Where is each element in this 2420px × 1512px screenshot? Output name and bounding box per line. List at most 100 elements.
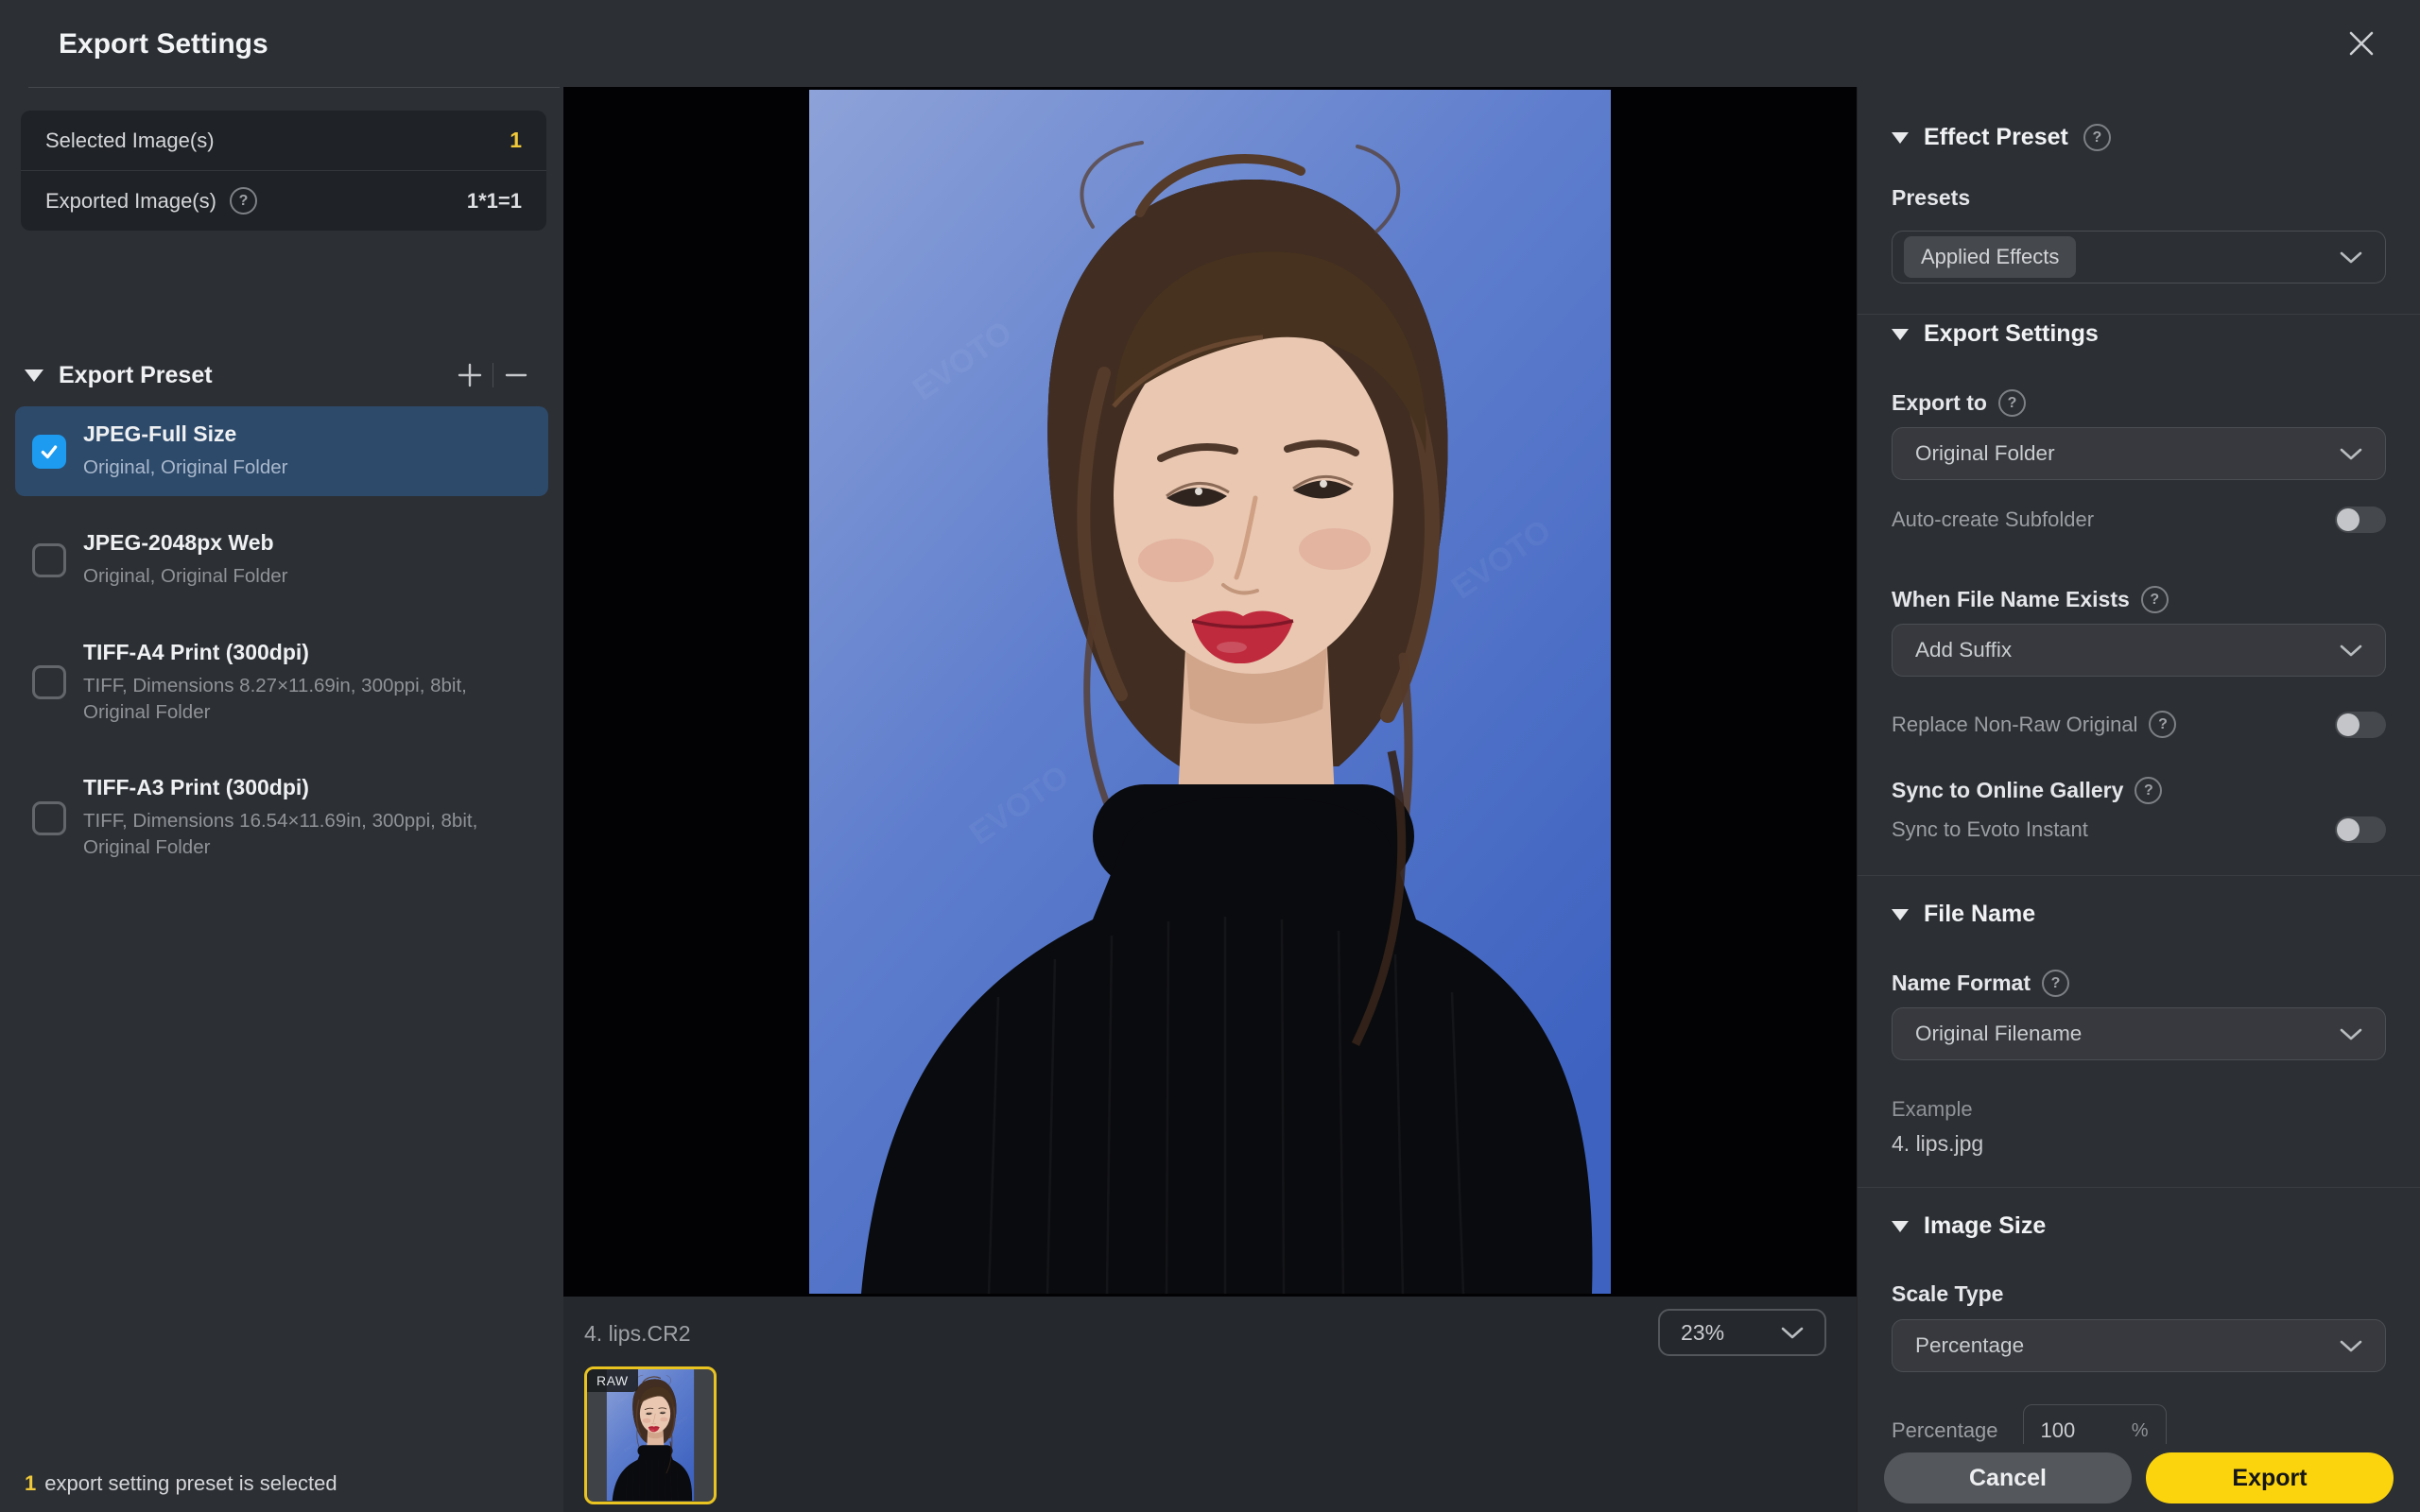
- percentage-unit: %: [2132, 1420, 2149, 1442]
- cancel-button[interactable]: Cancel: [1884, 1452, 2132, 1503]
- when-exists-dropdown[interactable]: Add Suffix: [1892, 624, 2386, 677]
- preset-name: JPEG-Full Size: [83, 421, 287, 447]
- effect-preset-title: Effect Preset: [1924, 124, 2068, 151]
- percentage-value: 100: [2041, 1418, 2076, 1443]
- sync-instant-row: Sync to Evoto Instant: [1892, 816, 2386, 843]
- preset-item-tiff-a4[interactable]: TIFF-A4 Print (300dpi) TIFF, Dimensions …: [15, 625, 548, 742]
- help-icon[interactable]: ?: [230, 187, 257, 215]
- exported-images-row: Exported Image(s) ? 1*1=1: [21, 170, 546, 231]
- help-icon[interactable]: ?: [2083, 124, 2111, 151]
- chevron-down-icon: [1781, 1327, 1804, 1339]
- export-button[interactable]: Export: [2146, 1452, 2394, 1503]
- when-exists-value: Add Suffix: [1915, 638, 2012, 662]
- help-icon[interactable]: ?: [2042, 970, 2069, 997]
- collapse-triangle-icon[interactable]: [1892, 1221, 1909, 1232]
- name-format-label-row: Name Format ?: [1892, 970, 2386, 997]
- preset-description: TIFF, Dimensions 16.54×11.69in, 300ppi, …: [83, 808, 527, 862]
- auto-subfolder-toggle[interactable]: [2335, 507, 2386, 533]
- exported-images-label: Exported Image(s): [45, 189, 216, 214]
- example-label: Example: [1892, 1097, 1973, 1122]
- name-format-value: Original Filename: [1915, 1022, 2082, 1046]
- replace-original-toggle[interactable]: [2335, 712, 2386, 738]
- chevron-down-icon: [2340, 644, 2362, 657]
- export-preset-title: Export Preset: [59, 362, 447, 389]
- selection-count: 1: [25, 1471, 36, 1496]
- toggle-knob: [2337, 713, 2360, 736]
- collapse-triangle-icon[interactable]: [1892, 132, 1909, 144]
- dialog-footer: Cancel Export: [1858, 1444, 2420, 1512]
- header-divider: [28, 87, 560, 88]
- add-preset-button[interactable]: [447, 356, 493, 394]
- name-format-dropdown[interactable]: Original Filename: [1892, 1007, 2386, 1060]
- effect-preset-section-header: Effect Preset ?: [1892, 124, 2111, 151]
- export-settings-section-header: Export Settings: [1892, 320, 2099, 348]
- preset-checkbox-checked[interactable]: [32, 435, 66, 469]
- name-format-label: Name Format: [1892, 971, 2031, 996]
- selected-images-row: Selected Image(s) 1: [21, 111, 546, 170]
- close-button[interactable]: [2339, 23, 2384, 68]
- image-size-title: Image Size: [1924, 1212, 2046, 1240]
- help-icon[interactable]: ?: [2135, 777, 2162, 804]
- collapse-triangle-icon[interactable]: [1892, 909, 1909, 920]
- export-to-label-row: Export to ?: [1892, 389, 2386, 417]
- preset-description: Original, Original Folder: [83, 563, 287, 590]
- preset-checkbox-unchecked[interactable]: [32, 665, 66, 699]
- auto-subfolder-label: Auto-create Subfolder: [1892, 507, 2094, 532]
- toggle-knob: [2337, 818, 2360, 841]
- selected-images-label: Selected Image(s): [45, 129, 215, 153]
- preset-checkbox-unchecked[interactable]: [32, 543, 66, 577]
- preset-name: JPEG-2048px Web: [83, 530, 287, 556]
- preset-item-jpeg-2048px[interactable]: JPEG-2048px Web Original, Original Folde…: [15, 515, 548, 605]
- preset-checkbox-unchecked[interactable]: [32, 801, 66, 835]
- auto-subfolder-row: Auto-create Subfolder: [1892, 507, 2386, 533]
- export-preset-section-header: Export Preset: [25, 356, 539, 394]
- presets-selected-chip: Applied Effects: [1904, 236, 2076, 278]
- export-to-label: Export to: [1892, 390, 1987, 416]
- chevron-down-icon: [2340, 251, 2362, 264]
- export-settings-dialog: Export Settings Selected Image(s) 1 Expo…: [0, 0, 2420, 1512]
- preset-item-tiff-a3[interactable]: TIFF-A3 Print (300dpi) TIFF, Dimensions …: [15, 760, 548, 877]
- collapse-triangle-icon[interactable]: [1892, 329, 1909, 340]
- selection-status: 1 export setting preset is selected: [0, 1455, 563, 1512]
- chevron-down-icon: [2340, 1028, 2362, 1040]
- example-value: 4. lips.jpg: [1892, 1131, 1983, 1157]
- sync-instant-label: Sync to Evoto Instant: [1892, 817, 2088, 842]
- sidebar: Selected Image(s) 1 Exported Image(s) ? …: [0, 87, 563, 1512]
- remove-preset-button[interactable]: [493, 356, 539, 394]
- selection-status-text: export setting preset is selected: [44, 1471, 337, 1496]
- sync-instant-toggle[interactable]: [2335, 816, 2386, 843]
- close-icon: [2347, 29, 2376, 62]
- help-icon[interactable]: ?: [1998, 389, 2026, 417]
- preset-description: Original, Original Folder: [83, 455, 287, 481]
- sync-gallery-label-row: Sync to Online Gallery ?: [1892, 777, 2386, 804]
- help-icon[interactable]: ?: [2141, 586, 2169, 613]
- when-exists-label: When File Name Exists: [1892, 587, 2130, 612]
- percentage-label: Percentage: [1892, 1418, 1998, 1443]
- thumbnail-selected[interactable]: RAW: [584, 1366, 717, 1504]
- help-icon[interactable]: ?: [2149, 711, 2176, 738]
- preset-name: TIFF-A3 Print (300dpi): [83, 775, 527, 800]
- presets-label: Presets: [1892, 185, 1970, 211]
- section-divider: [1858, 875, 2420, 876]
- export-to-dropdown[interactable]: Original Folder: [1892, 427, 2386, 480]
- when-exists-label-row: When File Name Exists ?: [1892, 586, 2386, 613]
- chevron-down-icon: [2340, 448, 2362, 460]
- image-count-summary: Selected Image(s) 1 Exported Image(s) ? …: [21, 111, 546, 231]
- preview-photo: [809, 90, 1611, 1294]
- exported-images-value: 1*1=1: [467, 189, 522, 214]
- preview-canvas[interactable]: [563, 87, 1857, 1297]
- scale-type-value: Percentage: [1915, 1333, 2024, 1358]
- preset-item-jpeg-full-size[interactable]: JPEG-Full Size Original, Original Folder: [15, 406, 548, 496]
- preset-name: TIFF-A4 Print (300dpi): [83, 640, 527, 665]
- collapse-triangle-icon[interactable]: [25, 369, 43, 382]
- file-name-title: File Name: [1924, 901, 2035, 928]
- export-to-value: Original Folder: [1915, 441, 2055, 466]
- dialog-title: Export Settings: [59, 28, 268, 60]
- zoom-level-select[interactable]: 23%: [1658, 1309, 1826, 1356]
- settings-panel: Effect Preset ? Presets Applied Effects …: [1857, 87, 2420, 1512]
- section-divider: [1858, 314, 2420, 315]
- preview-filename: 4. lips.CR2: [584, 1321, 690, 1347]
- scale-type-dropdown[interactable]: Percentage: [1892, 1319, 2386, 1372]
- presets-dropdown[interactable]: Applied Effects: [1892, 231, 2386, 284]
- toggle-knob: [2337, 508, 2360, 531]
